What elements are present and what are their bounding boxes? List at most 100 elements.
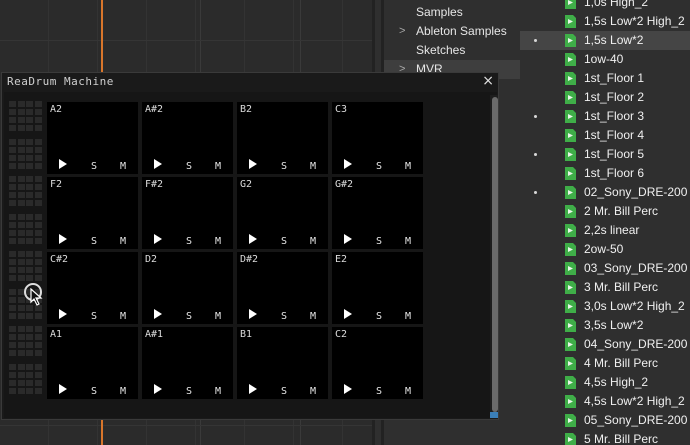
mute-button[interactable]: M: [215, 311, 221, 322]
drum-pad[interactable]: B2 S M: [237, 102, 328, 174]
play-icon[interactable]: [344, 234, 352, 244]
drum-pad[interactable]: A1 S M: [47, 327, 138, 399]
pad-bank-button[interactable]: [9, 363, 43, 395]
file-row[interactable]: 3 Mr. Bill Perc: [520, 278, 690, 297]
file-row[interactable]: 1st_Floor 5: [520, 145, 690, 164]
pad-bank-button[interactable]: [9, 213, 43, 245]
mute-button[interactable]: M: [405, 161, 411, 172]
play-icon[interactable]: [59, 309, 67, 319]
file-row[interactable]: 2ow-50: [520, 240, 690, 259]
pad-bank-button[interactable]: [9, 251, 43, 282]
play-icon[interactable]: [59, 234, 67, 244]
mute-button[interactable]: M: [120, 161, 126, 172]
pad-bank-button[interactable]: [9, 101, 43, 132]
solo-button[interactable]: S: [376, 161, 382, 172]
mute-button[interactable]: M: [405, 386, 411, 397]
file-row[interactable]: 05_Sony_DRE-200: [520, 411, 690, 430]
drum-pad[interactable]: G2 S M: [237, 177, 328, 249]
play-icon[interactable]: [59, 159, 67, 169]
drum-pad[interactable]: D#2 S M: [237, 252, 328, 324]
file-row[interactable]: 04_Sony_DRE-200: [520, 335, 690, 354]
play-icon[interactable]: [249, 384, 257, 394]
mute-button[interactable]: M: [310, 236, 316, 247]
file-row[interactable]: 1st_Floor 3: [520, 107, 690, 126]
mute-button[interactable]: M: [405, 236, 411, 247]
solo-button[interactable]: S: [91, 311, 97, 322]
mute-button[interactable]: M: [120, 311, 126, 322]
solo-button[interactable]: S: [281, 236, 287, 247]
play-icon[interactable]: [154, 234, 162, 244]
play-icon[interactable]: [344, 159, 352, 169]
play-icon[interactable]: [249, 159, 257, 169]
file-row[interactable]: 4,5s High_2: [520, 373, 690, 392]
browser-item[interactable]: Samples: [384, 3, 520, 22]
file-row[interactable]: 03_Sony_DRE-200: [520, 259, 690, 278]
solo-button[interactable]: S: [91, 161, 97, 172]
mute-button[interactable]: M: [215, 386, 221, 397]
file-row[interactable]: 1ow-40: [520, 50, 690, 69]
drum-pad[interactable]: A#2 S M: [142, 102, 233, 174]
drum-pad[interactable]: D2 S M: [142, 252, 233, 324]
play-icon[interactable]: [154, 384, 162, 394]
file-row[interactable]: 1,0s High_2: [520, 0, 690, 12]
drum-pad[interactable]: F#2 S M: [142, 177, 233, 249]
pad-bank-button[interactable]: [9, 326, 43, 357]
play-icon[interactable]: [249, 309, 257, 319]
drum-pad[interactable]: A2 S M: [47, 102, 138, 174]
file-row[interactable]: 1st_Floor 6: [520, 164, 690, 183]
play-icon[interactable]: [249, 234, 257, 244]
file-row[interactable]: 02_Sony_DRE-200: [520, 183, 690, 202]
file-row[interactable]: 5 Mr. Bill Perc: [520, 430, 690, 445]
drum-pad[interactable]: C3 S M: [332, 102, 423, 174]
play-icon[interactable]: [344, 384, 352, 394]
solo-button[interactable]: S: [376, 236, 382, 247]
file-row[interactable]: 1,5s Low*2 High_2: [520, 12, 690, 31]
solo-button[interactable]: S: [376, 386, 382, 397]
solo-button[interactable]: S: [91, 386, 97, 397]
pad-scrollbar-thumb[interactable]: [492, 97, 498, 412]
drum-pad[interactable]: B1 S M: [237, 327, 328, 399]
file-row[interactable]: 1st_Floor 2: [520, 88, 690, 107]
solo-button[interactable]: S: [186, 236, 192, 247]
file-row[interactable]: 4 Mr. Bill Perc: [520, 354, 690, 373]
file-row[interactable]: 2,2s linear: [520, 221, 690, 240]
play-icon[interactable]: [154, 159, 162, 169]
drum-pad[interactable]: C2 S M: [332, 327, 423, 399]
play-icon[interactable]: [154, 309, 162, 319]
mute-button[interactable]: M: [310, 311, 316, 322]
file-row[interactable]: 1,5s Low*2: [520, 31, 690, 50]
solo-button[interactable]: S: [91, 236, 97, 247]
solo-button[interactable]: S: [186, 161, 192, 172]
solo-button[interactable]: S: [281, 386, 287, 397]
file-row[interactable]: 3,5s Low*2: [520, 316, 690, 335]
solo-button[interactable]: S: [281, 311, 287, 322]
drum-pad[interactable]: A#1 S M: [142, 327, 233, 399]
play-icon[interactable]: [344, 309, 352, 319]
mute-button[interactable]: M: [120, 386, 126, 397]
solo-button[interactable]: S: [186, 311, 192, 322]
play-icon[interactable]: [59, 384, 67, 394]
mute-button[interactable]: M: [405, 311, 411, 322]
file-row[interactable]: 2 Mr. Bill Perc: [520, 202, 690, 221]
drum-pad[interactable]: G#2 S M: [332, 177, 423, 249]
solo-button[interactable]: S: [376, 311, 382, 322]
pad-bank-button[interactable]: [9, 176, 43, 207]
file-row[interactable]: 4,5s Low*2 High_2: [520, 392, 690, 411]
pad-bank-button[interactable]: [9, 138, 43, 170]
drum-pad[interactable]: E2 S M: [332, 252, 423, 324]
mute-button[interactable]: M: [215, 236, 221, 247]
solo-button[interactable]: S: [186, 386, 192, 397]
browser-item[interactable]: Sketches: [384, 41, 520, 60]
drum-pad[interactable]: C#2 S M: [47, 252, 138, 324]
chevron-right-icon[interactable]: >: [399, 22, 405, 41]
mute-button[interactable]: M: [120, 236, 126, 247]
mute-button[interactable]: M: [310, 386, 316, 397]
solo-button[interactable]: S: [281, 161, 287, 172]
mute-button[interactable]: M: [215, 161, 221, 172]
file-row[interactable]: 1st_Floor 4: [520, 126, 690, 145]
browser-item[interactable]: > Ableton Samples: [384, 22, 520, 41]
drum-pad[interactable]: F2 S M: [47, 177, 138, 249]
close-icon[interactable]: ×: [482, 73, 494, 89]
mute-button[interactable]: M: [310, 161, 316, 172]
file-row[interactable]: 1st_Floor 1: [520, 69, 690, 88]
